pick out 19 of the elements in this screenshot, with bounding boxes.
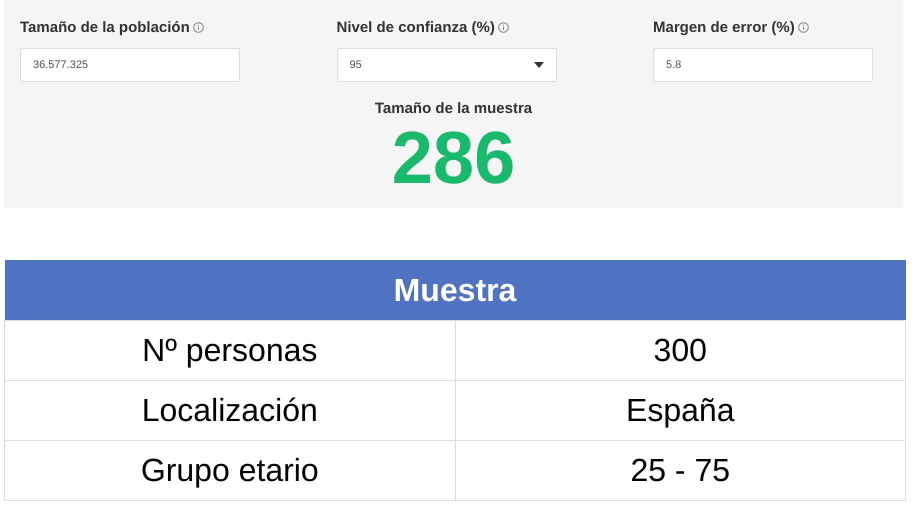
dropdown[interactable]: 95: [336, 48, 556, 82]
table-cell: Grupo etario: [4, 440, 455, 500]
result-value: 286: [392, 117, 516, 199]
input-field[interactable]: 5.8: [653, 48, 873, 82]
field-label: Margen de error (%): [653, 18, 795, 36]
table-cell: Localización: [4, 380, 455, 440]
field-label: Nivel de confianza (%): [336, 18, 495, 36]
info-icon[interactable]: [798, 22, 809, 32]
table-cell: 300: [455, 320, 906, 380]
info-icon[interactable]: [192, 22, 204, 32]
info-icon[interactable]: [498, 22, 509, 32]
result-label: Tamaño de la muestra: [374, 100, 532, 117]
field-label: Tamaño de la población: [20, 18, 190, 36]
table-header: Muestra: [4, 260, 906, 320]
table-cell: España: [455, 380, 906, 440]
table-cell: Nº personas: [4, 320, 455, 380]
input-field[interactable]: 36.577.325: [20, 48, 240, 82]
caret-icon: [534, 62, 544, 68]
table-cell: 25 - 75: [455, 440, 906, 500]
